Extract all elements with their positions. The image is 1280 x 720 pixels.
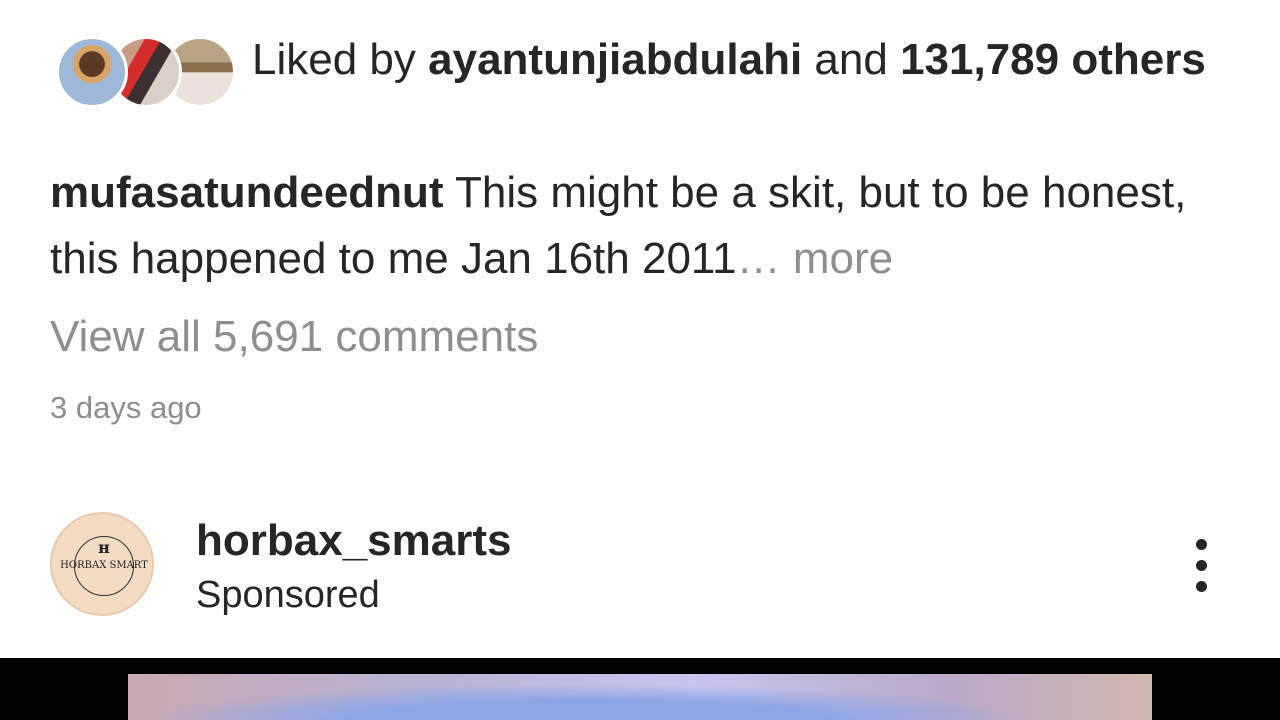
post-caption: mufasatundeednut This might be a skit, b…: [50, 160, 1230, 292]
post-media[interactable]: [0, 658, 1280, 720]
menu-dot: [1196, 560, 1207, 571]
caption-more-link[interactable]: … more: [737, 234, 893, 283]
liker-avatar: [56, 36, 128, 108]
avatar-logo-text: HORBAX SMART: [60, 560, 148, 571]
sponsored-post-header: ʜ HORBAX SMART horbax_smarts Sponsored: [50, 512, 1230, 620]
likes-row[interactable]: Liked by ayantunjiabdulahi and 131,789 o…: [56, 30, 1236, 150]
likes-conjunction: and: [814, 35, 888, 84]
menu-dot: [1196, 581, 1207, 592]
avatar-logo-mark: ʜ: [98, 538, 110, 557]
likes-prefix: Liked by: [252, 35, 416, 84]
likes-suffix[interactable]: others: [1071, 35, 1205, 84]
instagram-feed: Liked by ayantunjiabdulahi and 131,789 o…: [0, 0, 1280, 720]
caption-author[interactable]: mufasatundeednut: [50, 168, 444, 217]
likes-summary[interactable]: Liked by ayantunjiabdulahi and 131,789 o…: [252, 30, 1232, 90]
account-avatar[interactable]: ʜ HORBAX SMART: [50, 512, 154, 616]
liker-avatars: [56, 36, 236, 108]
more-vertical-icon[interactable]: [1186, 534, 1218, 598]
liker-username[interactable]: ayantunjiabdulahi: [428, 35, 802, 84]
menu-dot: [1196, 539, 1207, 550]
post-image[interactable]: [128, 674, 1152, 720]
view-all-comments-link[interactable]: View all 5,691 comments: [50, 308, 538, 366]
sponsored-label: Sponsored: [196, 574, 380, 616]
account-username[interactable]: horbax_smarts: [196, 514, 511, 568]
likes-count[interactable]: 131,789: [900, 35, 1059, 84]
post-timestamp: 3 days ago: [50, 390, 202, 425]
